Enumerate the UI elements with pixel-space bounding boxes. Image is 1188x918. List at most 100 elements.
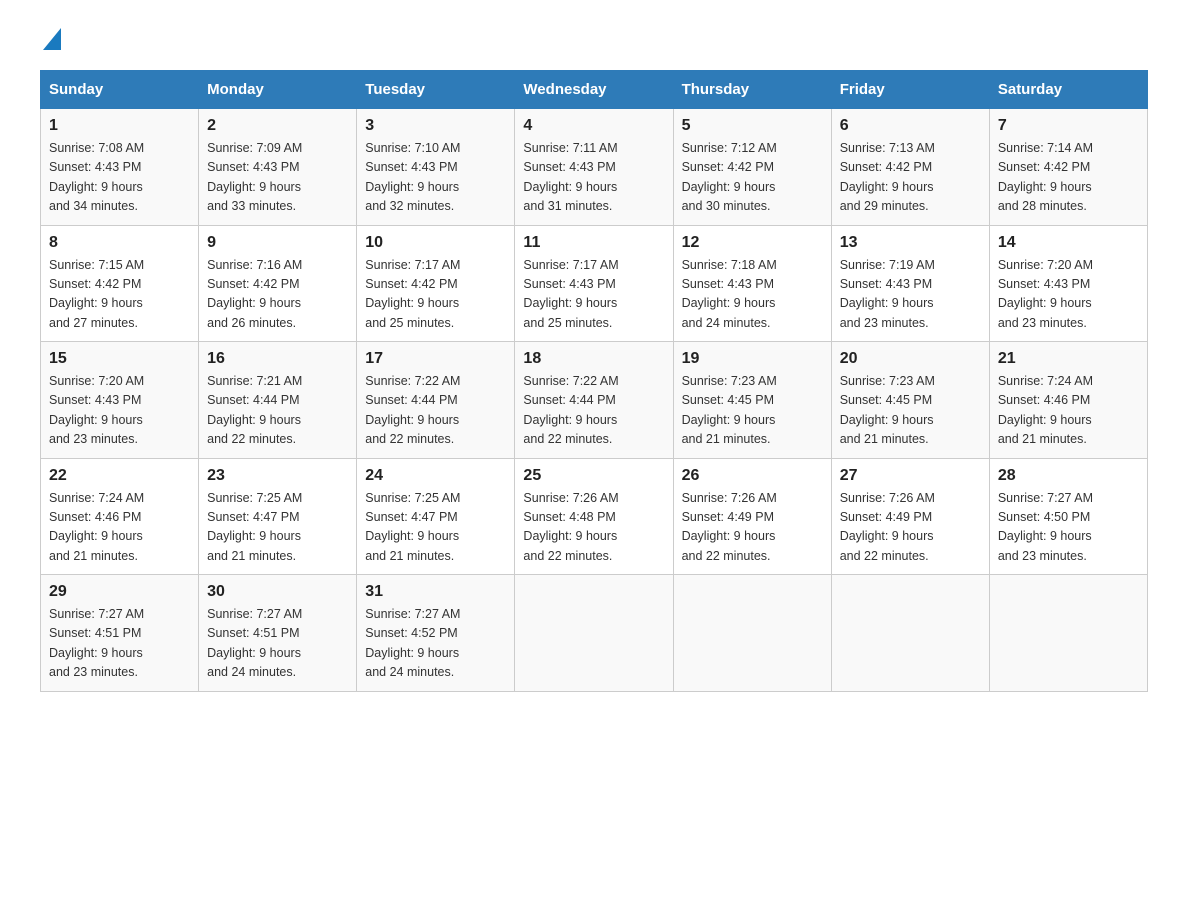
day-info: Sunrise: 7:16 AMSunset: 4:42 PMDaylight:… [207, 256, 348, 334]
day-info: Sunrise: 7:20 AMSunset: 4:43 PMDaylight:… [998, 256, 1139, 334]
header-cell-wednesday: Wednesday [515, 71, 673, 109]
day-number: 26 [682, 467, 823, 485]
calendar-table: SundayMondayTuesdayWednesdayThursdayFrid… [40, 70, 1148, 692]
day-info: Sunrise: 7:27 AMSunset: 4:51 PMDaylight:… [207, 605, 348, 683]
day-number: 23 [207, 467, 348, 485]
day-cell: 12 Sunrise: 7:18 AMSunset: 4:43 PMDayligh… [673, 225, 831, 342]
day-cell: 29 Sunrise: 7:27 AMSunset: 4:51 PMDayligh… [41, 575, 199, 692]
day-info: Sunrise: 7:24 AMSunset: 4:46 PMDaylight:… [998, 372, 1139, 450]
day-cell [831, 575, 989, 692]
day-number: 16 [207, 350, 348, 368]
day-cell: 11Sunrise: 7:17 AMSunset: 4:43 PMDayligh… [515, 225, 673, 342]
day-number: 1 [49, 117, 190, 135]
day-number: 22 [49, 467, 190, 485]
day-info: Sunrise: 7:23 AMSunset: 4:45 PMDaylight:… [682, 372, 823, 450]
day-number: 24 [365, 467, 506, 485]
day-cell: 27 Sunrise: 7:26 AMSunset: 4:49 PMDayligh… [831, 458, 989, 575]
day-number: 6 [840, 117, 981, 135]
day-number: 29 [49, 583, 190, 601]
day-number: 18 [523, 350, 664, 368]
day-info: Sunrise: 7:23 AMSunset: 4:45 PMDaylight:… [840, 372, 981, 450]
day-info: Sunrise: 7:27 AMSunset: 4:51 PMDaylight:… [49, 605, 190, 683]
day-number: 4 [523, 117, 664, 135]
header-cell-monday: Monday [199, 71, 357, 109]
day-cell: 4 Sunrise: 7:11 AMSunset: 4:43 PMDaylight… [515, 109, 673, 226]
day-number: 19 [682, 350, 823, 368]
day-info: Sunrise: 7:15 AMSunset: 4:42 PMDaylight:… [49, 256, 190, 334]
day-number: 11 [523, 234, 664, 252]
day-info: Sunrise: 7:11 AMSunset: 4:43 PMDaylight:… [523, 139, 664, 217]
day-cell: 7 Sunrise: 7:14 AMSunset: 4:42 PMDaylight… [989, 109, 1147, 226]
day-info: Sunrise: 7:21 AMSunset: 4:44 PMDaylight:… [207, 372, 348, 450]
day-number: 20 [840, 350, 981, 368]
week-row-5: 29 Sunrise: 7:27 AMSunset: 4:51 PMDayligh… [41, 575, 1148, 692]
day-cell: 3 Sunrise: 7:10 AMSunset: 4:43 PMDaylight… [357, 109, 515, 226]
day-number: 5 [682, 117, 823, 135]
day-cell: 13 Sunrise: 7:19 AMSunset: 4:43 PMDayligh… [831, 225, 989, 342]
day-number: 13 [840, 234, 981, 252]
day-number: 12 [682, 234, 823, 252]
day-info: Sunrise: 7:20 AMSunset: 4:43 PMDaylight:… [49, 372, 190, 450]
day-number: 30 [207, 583, 348, 601]
day-cell: 25 Sunrise: 7:26 AMSunset: 4:48 PMDayligh… [515, 458, 673, 575]
day-cell [989, 575, 1147, 692]
day-info: Sunrise: 7:19 AMSunset: 4:43 PMDaylight:… [840, 256, 981, 334]
day-number: 15 [49, 350, 190, 368]
day-number: 25 [523, 467, 664, 485]
day-info: Sunrise: 7:10 AMSunset: 4:43 PMDaylight:… [365, 139, 506, 217]
week-row-2: 8 Sunrise: 7:15 AMSunset: 4:42 PMDaylight… [41, 225, 1148, 342]
day-info: Sunrise: 7:26 AMSunset: 4:48 PMDaylight:… [523, 489, 664, 567]
day-number: 31 [365, 583, 506, 601]
day-cell: 9 Sunrise: 7:16 AMSunset: 4:42 PMDaylight… [199, 225, 357, 342]
header-cell-friday: Friday [831, 71, 989, 109]
day-number: 10 [365, 234, 506, 252]
day-cell: 10 Sunrise: 7:17 AMSunset: 4:42 PMDayligh… [357, 225, 515, 342]
day-cell: 18 Sunrise: 7:22 AMSunset: 4:44 PMDayligh… [515, 342, 673, 459]
day-cell: 8 Sunrise: 7:15 AMSunset: 4:42 PMDaylight… [41, 225, 199, 342]
day-cell: 23 Sunrise: 7:25 AMSunset: 4:47 PMDayligh… [199, 458, 357, 575]
day-number: 3 [365, 117, 506, 135]
day-info: Sunrise: 7:26 AMSunset: 4:49 PMDaylight:… [840, 489, 981, 567]
day-info: Sunrise: 7:18 AMSunset: 4:43 PMDaylight:… [682, 256, 823, 334]
day-cell: 22 Sunrise: 7:24 AMSunset: 4:46 PMDayligh… [41, 458, 199, 575]
calendar-body: 1Sunrise: 7:08 AMSunset: 4:43 PMDaylight… [41, 109, 1148, 692]
day-cell: 14 Sunrise: 7:20 AMSunset: 4:43 PMDayligh… [989, 225, 1147, 342]
header-cell-thursday: Thursday [673, 71, 831, 109]
header-cell-sunday: Sunday [41, 71, 199, 109]
day-number: 9 [207, 234, 348, 252]
day-info: Sunrise: 7:24 AMSunset: 4:46 PMDaylight:… [49, 489, 190, 567]
day-cell [515, 575, 673, 692]
day-info: Sunrise: 7:25 AMSunset: 4:47 PMDaylight:… [207, 489, 348, 567]
day-info: Sunrise: 7:09 AMSunset: 4:43 PMDaylight:… [207, 139, 348, 217]
day-cell: 31Sunrise: 7:27 AMSunset: 4:52 PMDayligh… [357, 575, 515, 692]
day-number: 8 [49, 234, 190, 252]
day-cell: 24Sunrise: 7:25 AMSunset: 4:47 PMDayligh… [357, 458, 515, 575]
header-row: SundayMondayTuesdayWednesdayThursdayFrid… [41, 71, 1148, 109]
day-cell: 5 Sunrise: 7:12 AMSunset: 4:42 PMDaylight… [673, 109, 831, 226]
day-info: Sunrise: 7:17 AMSunset: 4:42 PMDaylight:… [365, 256, 506, 334]
day-cell: 19 Sunrise: 7:23 AMSunset: 4:45 PMDayligh… [673, 342, 831, 459]
day-cell: 20 Sunrise: 7:23 AMSunset: 4:45 PMDayligh… [831, 342, 989, 459]
day-info: Sunrise: 7:14 AMSunset: 4:42 PMDaylight:… [998, 139, 1139, 217]
day-number: 28 [998, 467, 1139, 485]
day-info: Sunrise: 7:12 AMSunset: 4:42 PMDaylight:… [682, 139, 823, 217]
day-info: Sunrise: 7:13 AMSunset: 4:42 PMDaylight:… [840, 139, 981, 217]
day-number: 7 [998, 117, 1139, 135]
logo [40, 30, 61, 50]
day-cell: 1Sunrise: 7:08 AMSunset: 4:43 PMDaylight… [41, 109, 199, 226]
page-header [40, 30, 1148, 50]
day-number: 14 [998, 234, 1139, 252]
day-info: Sunrise: 7:22 AMSunset: 4:44 PMDaylight:… [523, 372, 664, 450]
day-cell: 17Sunrise: 7:22 AMSunset: 4:44 PMDayligh… [357, 342, 515, 459]
header-cell-tuesday: Tuesday [357, 71, 515, 109]
day-cell: 30 Sunrise: 7:27 AMSunset: 4:51 PMDayligh… [199, 575, 357, 692]
header-cell-saturday: Saturday [989, 71, 1147, 109]
day-info: Sunrise: 7:27 AMSunset: 4:50 PMDaylight:… [998, 489, 1139, 567]
day-cell: 15 Sunrise: 7:20 AMSunset: 4:43 PMDayligh… [41, 342, 199, 459]
day-number: 27 [840, 467, 981, 485]
week-row-3: 15 Sunrise: 7:20 AMSunset: 4:43 PMDayligh… [41, 342, 1148, 459]
day-number: 21 [998, 350, 1139, 368]
day-cell: 26Sunrise: 7:26 AMSunset: 4:49 PMDayligh… [673, 458, 831, 575]
logo-triangle-icon [43, 28, 61, 50]
day-info: Sunrise: 7:22 AMSunset: 4:44 PMDaylight:… [365, 372, 506, 450]
